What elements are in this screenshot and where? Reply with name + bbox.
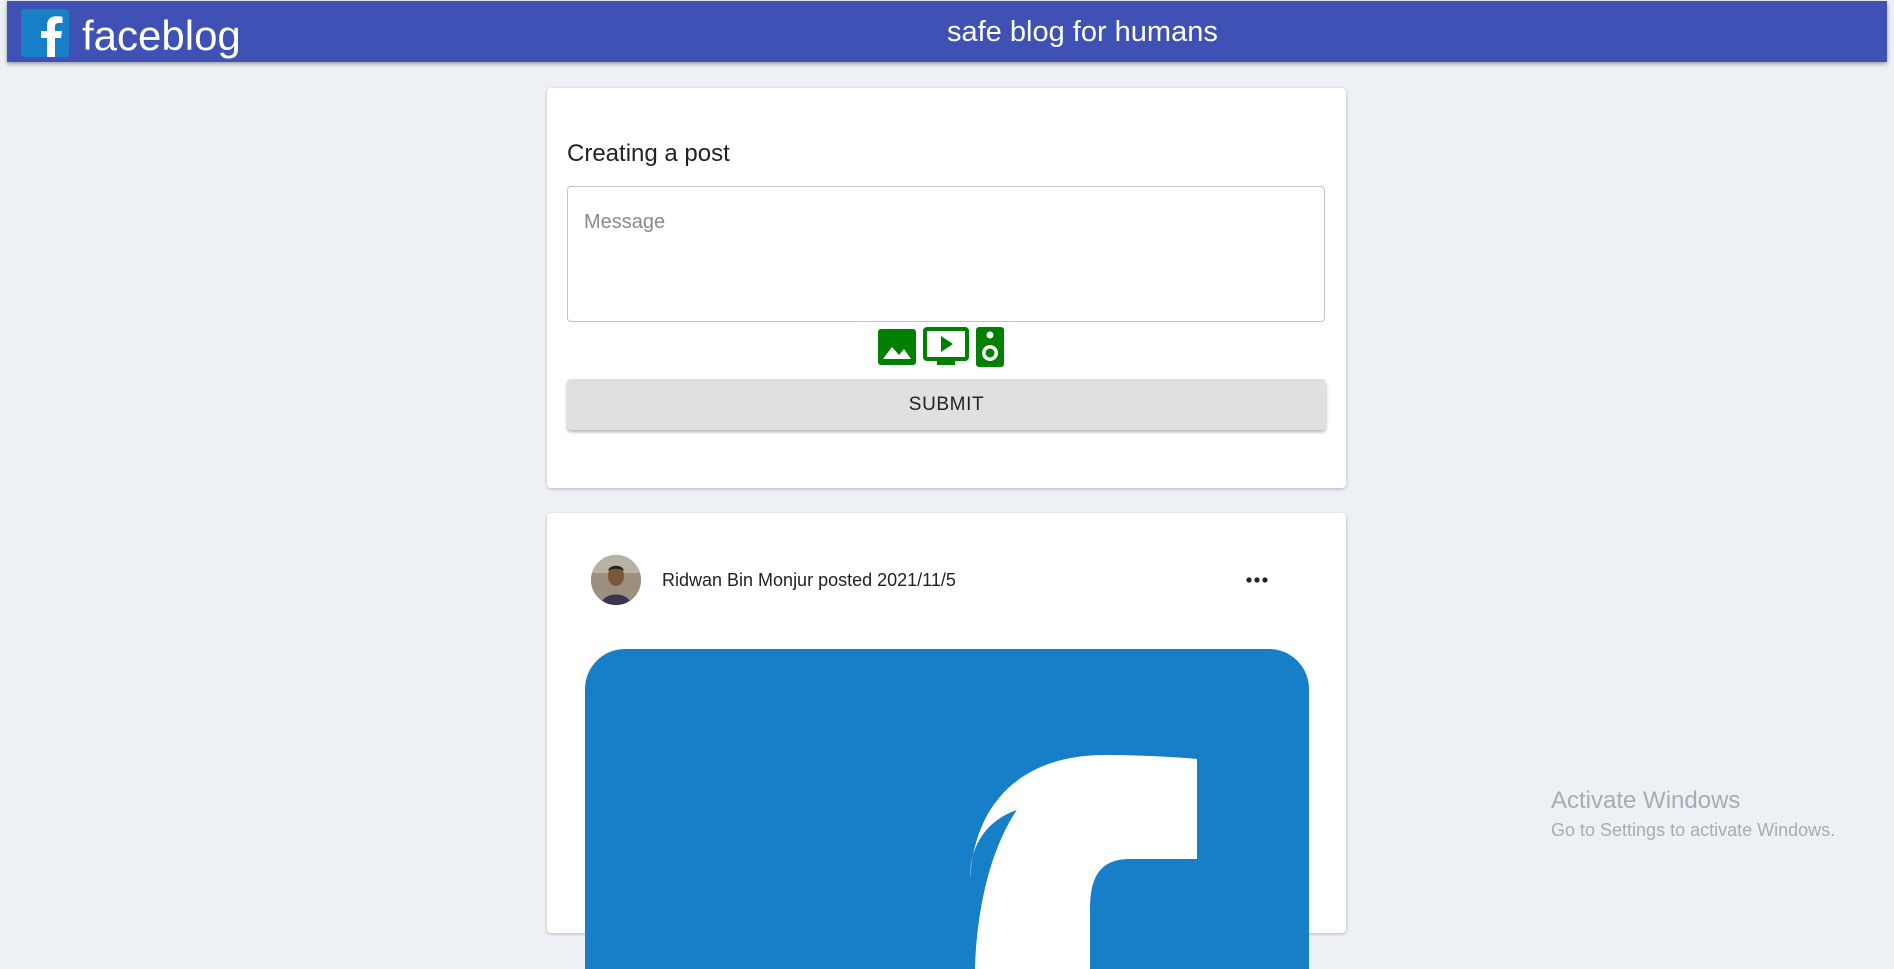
- more-horizontal-icon: [1245, 570, 1269, 588]
- media-attach-toolbar: [877, 326, 1005, 373]
- app-name[interactable]: faceblog: [82, 13, 241, 59]
- activate-windows-subtitle: Go to Settings to activate Windows.: [1551, 820, 1836, 840]
- create-post-card: Creating a post SUBMIT: [547, 88, 1346, 488]
- post-image[interactable]: [585, 649, 1309, 969]
- app-header: faceblog safe blog for humans: [7, 1, 1887, 62]
- create-post-title: Creating a post: [567, 140, 730, 167]
- activate-windows-title: Activate Windows: [1551, 787, 1741, 814]
- post-author-date: Ridwan Bin Monjur posted 2021/11/5: [662, 570, 956, 590]
- image-icon[interactable]: [877, 328, 917, 371]
- audio-speaker-icon[interactable]: [975, 326, 1005, 373]
- avatar[interactable]: [591, 555, 641, 605]
- message-input[interactable]: [567, 186, 1325, 322]
- submit-button[interactable]: SUBMIT: [567, 379, 1326, 430]
- facebook-logo-icon: [970, 755, 1197, 969]
- app-tagline: safe blog for humans: [947, 16, 1218, 48]
- more-options-button[interactable]: [1237, 561, 1277, 597]
- post-card: Ridwan Bin Monjur posted 2021/11/5: [547, 513, 1346, 969]
- video-icon[interactable]: [923, 326, 969, 372]
- facebook-logo-icon[interactable]: [21, 9, 69, 57]
